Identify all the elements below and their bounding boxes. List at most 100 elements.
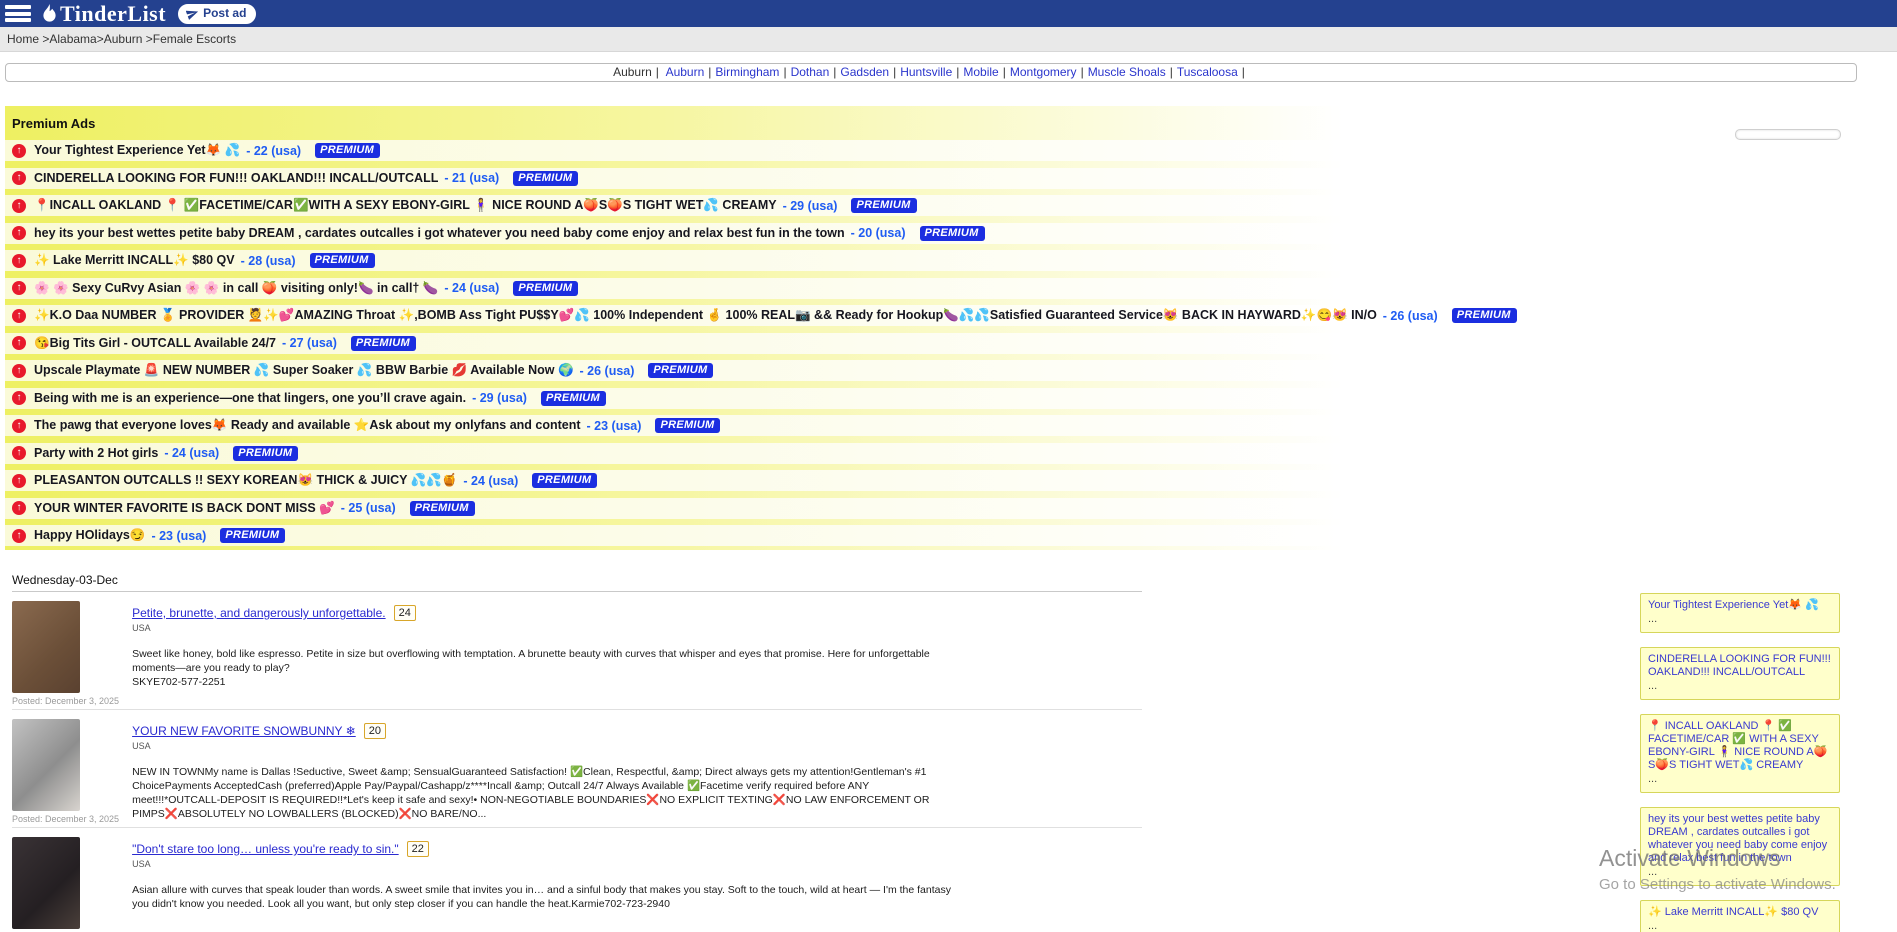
breadcrumb-text: Home >Alabama>Auburn >Female Escorts	[7, 32, 236, 46]
premium-ad-title[interactable]: Being with me is an experience—one that …	[34, 391, 466, 405]
premium-ad-age: - 23 (usa)	[151, 529, 206, 543]
sidebar-ad-ellipsis: ...	[1648, 866, 1832, 879]
listing-posted-date: Posted: December 3, 2025	[12, 696, 119, 706]
premium-ad-title[interactable]: hey its your best wettes petite baby DRE…	[34, 226, 845, 240]
city-separator: |	[1242, 65, 1245, 79]
premium-badge: PREMIUM	[920, 226, 985, 241]
premium-ad-title[interactable]: YOUR WINTER FAVORITE IS BACK DONT MISS 💕	[34, 501, 335, 516]
bump-up-icon	[12, 529, 26, 543]
premium-ad-row[interactable]: Happy HOlidays😏 - 23 (usa) PREMIUM	[5, 525, 1863, 546]
premium-ad-row[interactable]: Being with me is an experience—one that …	[5, 388, 1863, 409]
sidebar-ad-ellipsis: ...	[1648, 613, 1832, 626]
breadcrumb[interactable]: Home >Alabama>Auburn >Female Escorts	[0, 27, 1897, 52]
sidebar-ad-title[interactable]: hey its your best wettes petite baby DRE…	[1648, 813, 1827, 864]
city-link[interactable]: Montgomery	[1010, 65, 1077, 79]
sidebar-ad-box[interactable]: ✨ Lake Merritt INCALL✨ $80 QV ...	[1640, 900, 1840, 932]
post-ad-label: Post ad	[203, 6, 246, 20]
listing-posted-date: Posted: December 3, 2025	[12, 814, 119, 824]
bump-up-icon	[12, 199, 26, 213]
premium-badge: PREMIUM	[315, 143, 380, 158]
premium-ad-row[interactable]: Your Tightest Experience Yet🦊 💦 - 22 (us…	[5, 140, 1863, 161]
premium-ad-title[interactable]: Upscale Playmate 🚨 NEW NUMBER 💦 Super So…	[34, 363, 574, 378]
premium-ad-title[interactable]: Happy HOlidays😏	[34, 528, 145, 543]
premium-ad-title[interactable]: PLEASANTON OUTCALLS !! SEXY KOREAN😻 THIC…	[34, 473, 457, 488]
post-ad-button[interactable]: Post ad	[178, 4, 256, 24]
premium-ad-age: - 23 (usa)	[587, 419, 642, 433]
sidebar-ad-box[interactable]: hey its your best wettes petite baby DRE…	[1640, 807, 1840, 886]
bump-up-icon	[12, 226, 26, 240]
premium-ad-row[interactable]: ✨K.O Daa NUMBER 🏅 PROVIDER 💆✨💕AMAZING Th…	[5, 305, 1863, 326]
premium-ad-row[interactable]: The pawg that everyone loves🦊 Ready and …	[5, 415, 1863, 436]
premium-badge: PREMIUM	[220, 528, 285, 543]
premium-ad-row[interactable]: PLEASANTON OUTCALLS !! SEXY KOREAN😻 THIC…	[5, 470, 1863, 491]
page: TinderList Post ad Home >Alabama>Auburn …	[0, 0, 1897, 932]
premium-ad-title[interactable]: CINDERELLA LOOKING FOR FUN!!! OAKLAND!!!…	[34, 171, 438, 185]
listing-title-link[interactable]: Petite, brunette, and dangerously unforg…	[132, 606, 386, 620]
sidebar-ad-title[interactable]: ✨ Lake Merritt INCALL✨ $80 QV	[1648, 906, 1818, 918]
city-link[interactable]: Tuscaloosa	[1177, 65, 1238, 79]
listing-thumbnail[interactable]	[12, 719, 80, 811]
menu-icon[interactable]	[5, 5, 31, 22]
city-link[interactable]: Muscle Shoals	[1088, 65, 1166, 79]
listing-row: Posted: December 3, 2025 YOUR NEW FAVORI…	[12, 710, 1142, 828]
premium-ad-title[interactable]: The pawg that everyone loves🦊 Ready and …	[34, 418, 581, 433]
city-link[interactable]: Dothan	[791, 65, 830, 79]
premium-ad-title[interactable]: 🌸 🌸 Sexy CuRvy Asian 🌸 🌸 in call 🍑 visit…	[34, 281, 438, 296]
premium-ad-row[interactable]: 📍INCALL OAKLAND 📍 ✅FACETIME/CAR✅WITH A S…	[5, 195, 1863, 216]
city-link[interactable]: Birmingham	[715, 65, 779, 79]
brand-logo[interactable]: TinderList	[41, 3, 166, 25]
city-separator: |	[893, 65, 896, 79]
premium-ad-title[interactable]: ✨ Lake Merritt INCALL✨ $80 QV	[34, 253, 235, 268]
sidebar-ad-box[interactable]: Your Tightest Experience Yet🦊 💦 ...	[1640, 593, 1840, 633]
premium-ad-age: - 21 (usa)	[444, 171, 499, 185]
premium-ad-row[interactable]: 🌸 🌸 Sexy CuRvy Asian 🌸 🌸 in call 🍑 visit…	[5, 278, 1863, 299]
premium-ad-row[interactable]: YOUR WINTER FAVORITE IS BACK DONT MISS 💕…	[5, 498, 1863, 519]
premium-ad-age: - 27 (usa)	[282, 336, 337, 350]
listing-thumb-column: Posted: December 3, 2025	[12, 719, 119, 824]
city-link[interactable]: Auburn	[666, 65, 705, 79]
sidebar-ad-box[interactable]: 📍 INCALL OAKLAND 📍 ✅ FACETIME/CAR ✅ WITH…	[1640, 714, 1840, 793]
premium-ads-section: Premium Ads Your Tightest Experience Yet…	[5, 106, 1863, 550]
listing-title-link[interactable]: YOUR NEW FAVORITE SNOWBUNNY ❄	[132, 724, 356, 738]
ad-placeholder	[1735, 129, 1841, 140]
premium-ad-age: - 20 (usa)	[851, 226, 906, 240]
premium-sidebar: Your Tightest Experience Yet🦊 💦 ... CIND…	[1640, 593, 1840, 932]
premium-ad-age: - 24 (usa)	[463, 474, 518, 488]
city-nav: Auburn| Auburn|Birmingham|Dothan|Gadsden…	[5, 63, 1857, 82]
listing-thumb-column: Posted: December 3, 2025	[12, 601, 119, 706]
premium-ad-row[interactable]: Party with 2 Hot girls - 24 (usa) PREMIU…	[5, 443, 1863, 464]
city-link[interactable]: Gadsden	[840, 65, 889, 79]
listing-thumbnail[interactable]	[12, 837, 80, 929]
premium-ad-age: - 24 (usa)	[444, 281, 499, 295]
city-separator: |	[1003, 65, 1006, 79]
premium-badge: PREMIUM	[410, 501, 475, 516]
premium-badge: PREMIUM	[513, 281, 578, 296]
premium-ad-title[interactable]: 😘Big Tits Girl - OUTCALL Available 24/7	[34, 336, 276, 351]
sidebar-ad-title[interactable]: Your Tightest Experience Yet🦊 💦	[1648, 599, 1819, 611]
premium-ad-row[interactable]: Upscale Playmate 🚨 NEW NUMBER 💦 Super So…	[5, 360, 1863, 381]
premium-ad-age: - 26 (usa)	[1383, 309, 1438, 323]
premium-ad-row[interactable]: hey its your best wettes petite baby DRE…	[5, 223, 1863, 244]
premium-ad-row[interactable]: ✨ Lake Merritt INCALL✨ $80 QV - 28 (usa)…	[5, 250, 1863, 271]
premium-ad-title[interactable]: Party with 2 Hot girls	[34, 446, 158, 460]
premium-ad-title[interactable]: ✨K.O Daa NUMBER 🏅 PROVIDER 💆✨💕AMAZING Th…	[34, 308, 1377, 323]
sidebar-ad-box[interactable]: CINDERELLA LOOKING FOR FUN!!! OAKLAND!!!…	[1640, 647, 1840, 700]
listing-thumbnail[interactable]	[12, 601, 80, 693]
city-link[interactable]: Huntsville	[900, 65, 952, 79]
bump-up-icon	[12, 309, 26, 323]
sidebar-ad-title[interactable]: 📍 INCALL OAKLAND 📍 ✅ FACETIME/CAR ✅ WITH…	[1648, 720, 1827, 771]
premium-badge: PREMIUM	[310, 253, 375, 268]
premium-ad-age: - 29 (usa)	[472, 391, 527, 405]
city-separator: |	[783, 65, 786, 79]
premium-ad-title[interactable]: Your Tightest Experience Yet🦊 💦	[34, 143, 240, 158]
city-link[interactable]: Mobile	[963, 65, 998, 79]
listing-title-link[interactable]: "Don't stare too long… unless you're rea…	[132, 842, 399, 856]
city-separator: |	[1170, 65, 1173, 79]
sidebar-ad-title[interactable]: CINDERELLA LOOKING FOR FUN!!! OAKLAND!!!…	[1648, 653, 1831, 678]
premium-ad-row[interactable]: 😘Big Tits Girl - OUTCALL Available 24/7 …	[5, 333, 1863, 354]
premium-ad-row[interactable]: CINDERELLA LOOKING FOR FUN!!! OAKLAND!!!…	[5, 168, 1863, 189]
premium-ad-title[interactable]: 📍INCALL OAKLAND 📍 ✅FACETIME/CAR✅WITH A S…	[34, 198, 777, 213]
flame-icon	[41, 4, 58, 23]
premium-badge: PREMIUM	[532, 473, 597, 488]
listing-thumb-column: Posted: December 3, 2025	[12, 837, 119, 932]
